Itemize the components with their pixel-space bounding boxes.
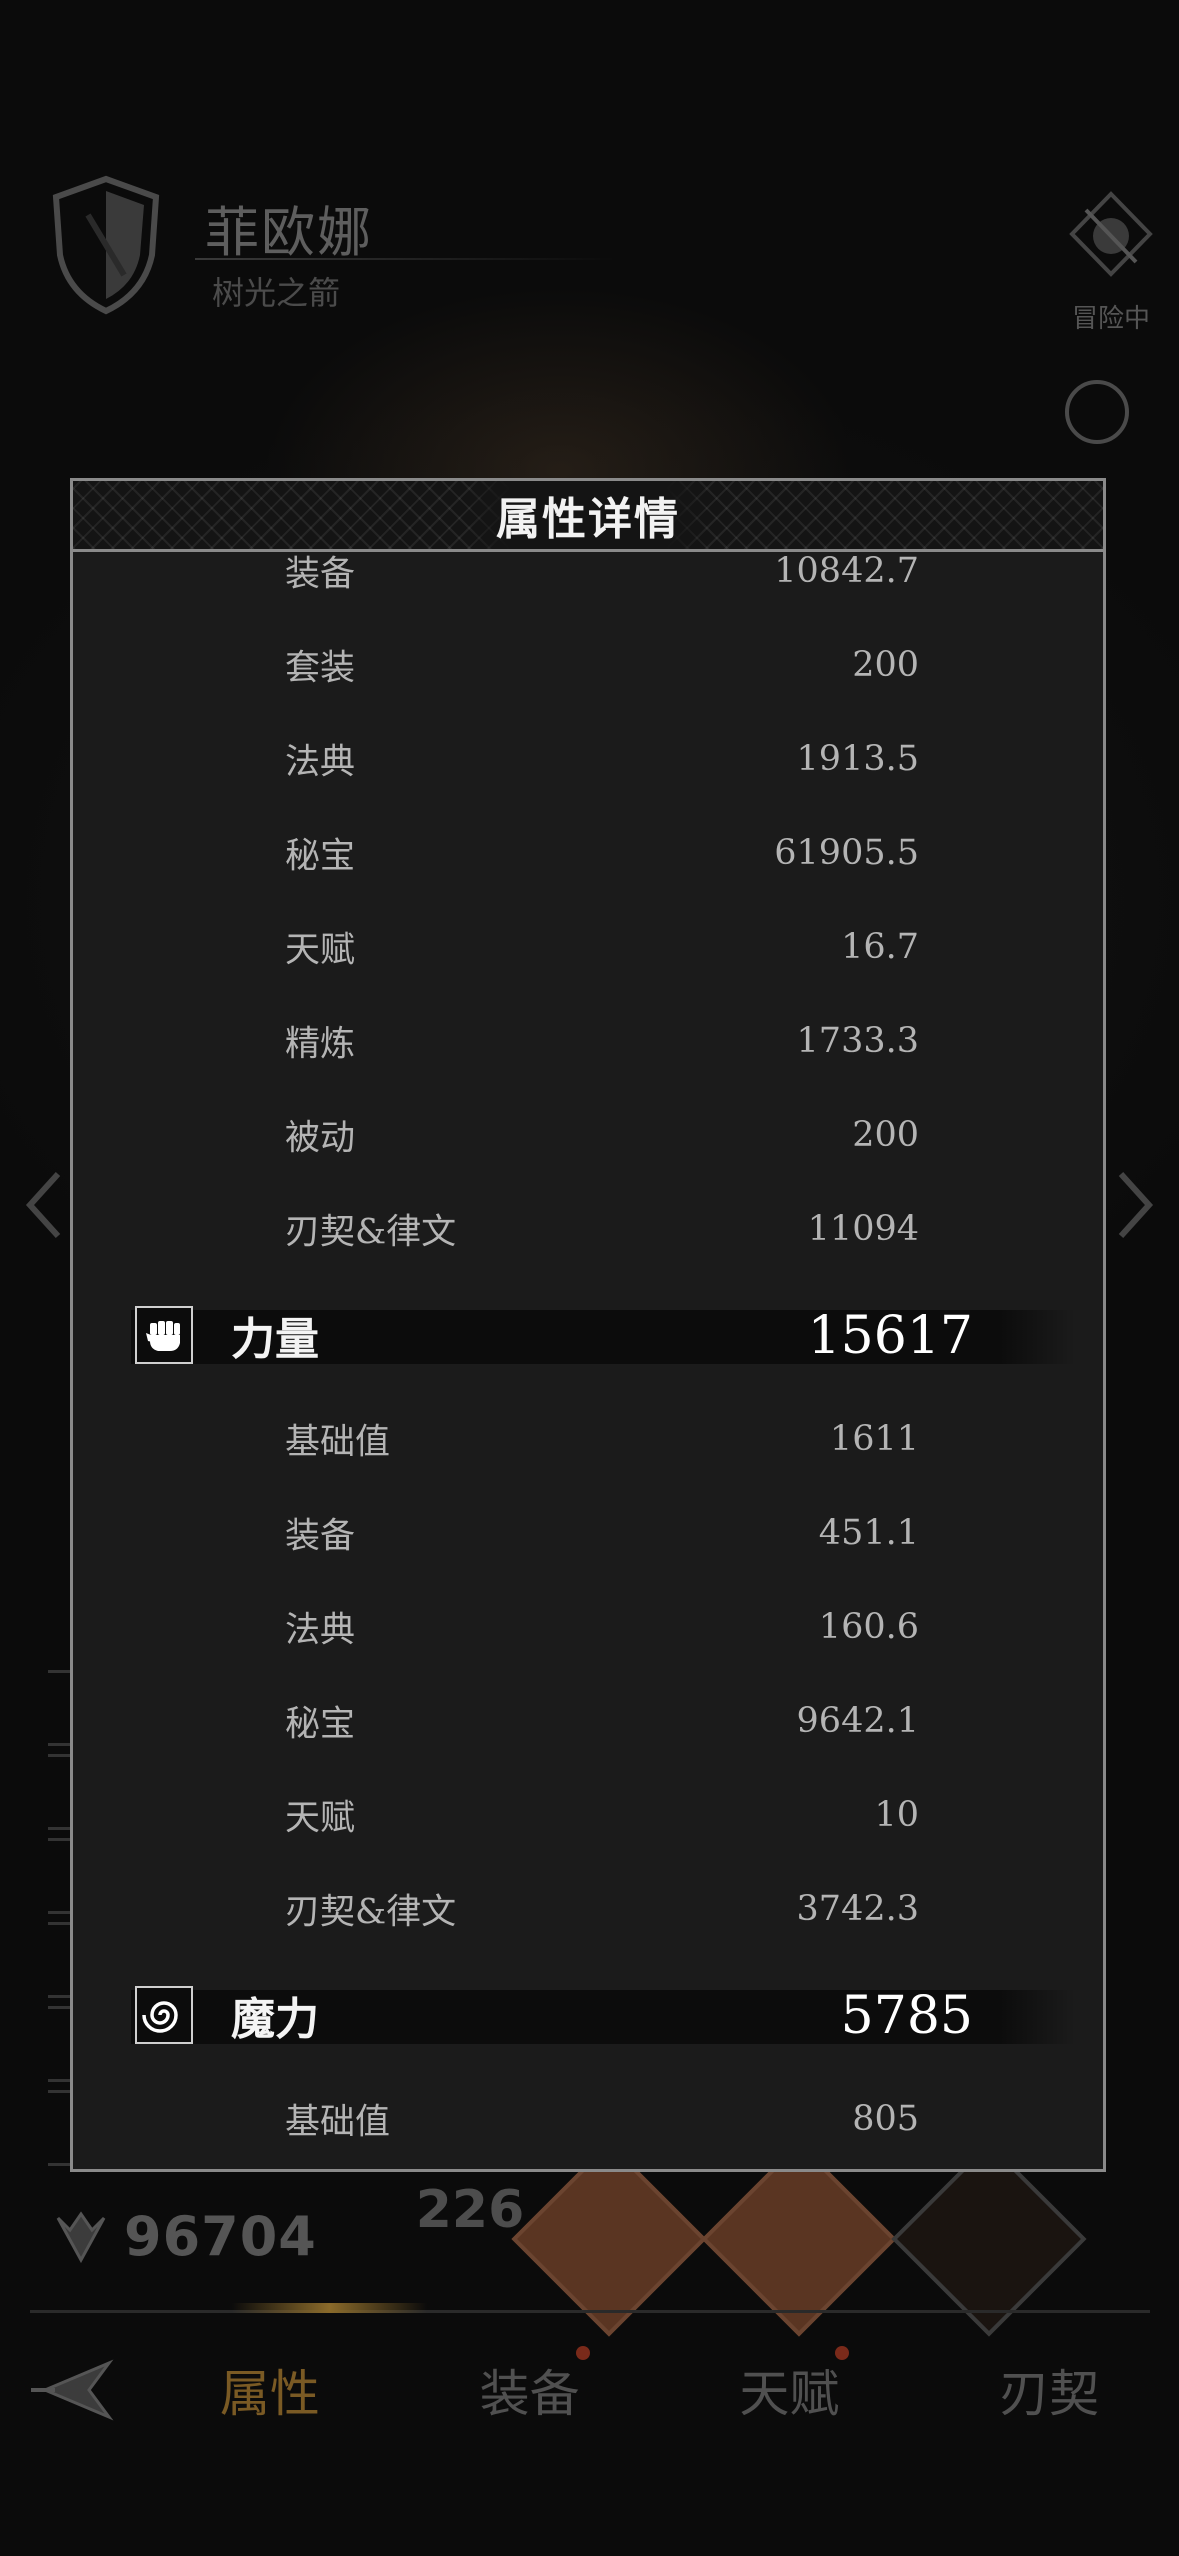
attribute-list: 装备 10842.7 套装 200 法典 1913.5 秘宝 61905.5 天赋 16.…	[73, 552, 1103, 2166]
attribute-value: 200	[852, 1115, 919, 1155]
modal-title: 属性详情	[496, 494, 680, 545]
attribute-label: 刃契&律文	[285, 1212, 457, 1253]
attribute-row: 法典 1913.5	[73, 712, 1103, 806]
active-tab-highlight	[232, 2303, 427, 2313]
attribute-label: 套装	[285, 648, 356, 689]
tab-attributes[interactable]: 属性	[140, 2354, 400, 2426]
tabbar-divider	[30, 2310, 1150, 2313]
skill-diamond-row	[511, 2141, 1160, 2337]
spiral-icon	[135, 1986, 193, 2044]
combat-power: 96704	[52, 2205, 317, 2268]
name-divider	[195, 258, 615, 260]
attribute-label: 被动	[285, 1118, 356, 1159]
tab-label: 装备	[479, 2365, 580, 2423]
tab-label: 刃契	[999, 2365, 1100, 2423]
attribute-label: 天赋	[285, 930, 356, 971]
attribute-label: 精炼	[285, 1024, 356, 1065]
attribute-row: 基础值 805	[73, 2072, 1103, 2166]
attribute-label: 基础值	[285, 2102, 391, 2143]
attribute-row: 秘宝 9642.1	[73, 1674, 1103, 1768]
attribute-row: 被动 200	[73, 1088, 1103, 1182]
attribute-value: 160.6	[818, 1607, 919, 1647]
attribute-value: 1611	[829, 1419, 919, 1459]
strength-section-header: 力量 15617	[73, 1282, 1103, 1392]
attribute-value: 11094	[807, 1209, 919, 1249]
attribute-label: 装备	[285, 1516, 356, 1557]
magic-section-header: 魔力 5785	[73, 1962, 1103, 2072]
notification-dot	[575, 2346, 590, 2360]
combat-power-icon	[56, 2210, 106, 2263]
attribute-label: 装备	[285, 554, 356, 595]
attribute-label: 法典	[285, 1610, 356, 1651]
shield-emblem-icon	[52, 175, 160, 315]
attribute-row: 装备 451.1	[73, 1486, 1103, 1580]
section-total-value: 5785	[840, 1986, 973, 2046]
attribute-list-scroll[interactable]: 装备 10842.7 套装 200 法典 1913.5 秘宝 61905.5 天赋 16.…	[73, 552, 1103, 2169]
attribute-value: 9642.1	[796, 1701, 919, 1741]
tab-blade-pact[interactable]: 刃契	[919, 2354, 1179, 2426]
attribute-value: 10	[874, 1795, 919, 1835]
bottom-tab-bar: 属性 装备 天赋 刃契	[0, 2330, 1179, 2450]
adventure-label: 冒险中	[1071, 304, 1150, 334]
attribute-label: 天赋	[285, 1798, 356, 1839]
skill-side-icon[interactable]	[1065, 380, 1129, 444]
attribute-value: 1733.3	[796, 1021, 919, 1061]
adventure-emblem-icon	[1069, 191, 1153, 277]
attribute-row: 刃契&律文 11094	[73, 1182, 1103, 1276]
notification-dot	[835, 2346, 850, 2360]
attribute-label: 秘宝	[285, 836, 356, 877]
attribute-row: 套装 200	[73, 618, 1103, 712]
character-name: 菲欧娜	[205, 201, 373, 264]
next-character-arrow-icon[interactable]	[1115, 1170, 1155, 1240]
adventure-status-button[interactable]: 冒险中	[1061, 190, 1161, 335]
attribute-value: 61905.5	[774, 833, 919, 873]
attribute-value: 16.7	[841, 927, 919, 967]
character-subtitle: 树光之箭	[212, 274, 341, 312]
attribute-row: 天赋 16.7	[73, 900, 1103, 994]
attribute-value: 451.1	[818, 1513, 919, 1553]
tab-equipment[interactable]: 装备	[400, 2346, 660, 2426]
back-button[interactable]	[0, 2355, 140, 2425]
attribute-label: 刃契&律文	[285, 1892, 457, 1933]
tab-label: 天赋	[739, 2365, 840, 2423]
attribute-row: 法典 160.6	[73, 1580, 1103, 1674]
tab-label: 属性	[219, 2365, 320, 2423]
attribute-value: 1913.5	[796, 739, 919, 779]
attribute-row: 装备 10842.7	[73, 552, 1103, 618]
attribute-value: 200	[852, 645, 919, 685]
attribute-row: 天赋 10	[73, 1768, 1103, 1862]
attribute-row: 基础值 1611	[73, 1392, 1103, 1486]
modal-header: 属性详情	[73, 481, 1103, 552]
attribute-row: 精炼 1733.3	[73, 994, 1103, 1088]
previous-character-arrow-icon[interactable]	[24, 1170, 64, 1240]
attribute-value: 805	[852, 2099, 919, 2139]
back-arrow-icon	[31, 2359, 114, 2421]
attribute-value: 10842.7	[774, 552, 919, 591]
attribute-label: 秘宝	[285, 1704, 356, 1745]
attribute-detail-modal: 属性详情 装备 10842.7 套装 200 法典 1913.5 秘宝 61905.5 …	[70, 478, 1106, 2172]
section-name: 魔力	[231, 1994, 319, 2045]
skill-diamond-number: 226	[415, 2180, 525, 2240]
attribute-row: 刃契&律文 3742.3	[73, 1862, 1103, 1956]
attribute-label: 法典	[285, 742, 356, 783]
section-total-value: 15617	[807, 1306, 973, 1366]
attribute-value: 3742.3	[796, 1889, 919, 1929]
attribute-row: 秘宝 61905.5	[73, 806, 1103, 900]
modal-title-wrap: 属性详情	[466, 481, 710, 549]
tab-talent[interactable]: 天赋	[660, 2346, 920, 2426]
section-name: 力量	[231, 1314, 319, 1365]
combat-power-value: 96704	[124, 2205, 317, 2268]
fist-icon	[135, 1306, 193, 1364]
attribute-label: 基础值	[285, 1422, 391, 1463]
